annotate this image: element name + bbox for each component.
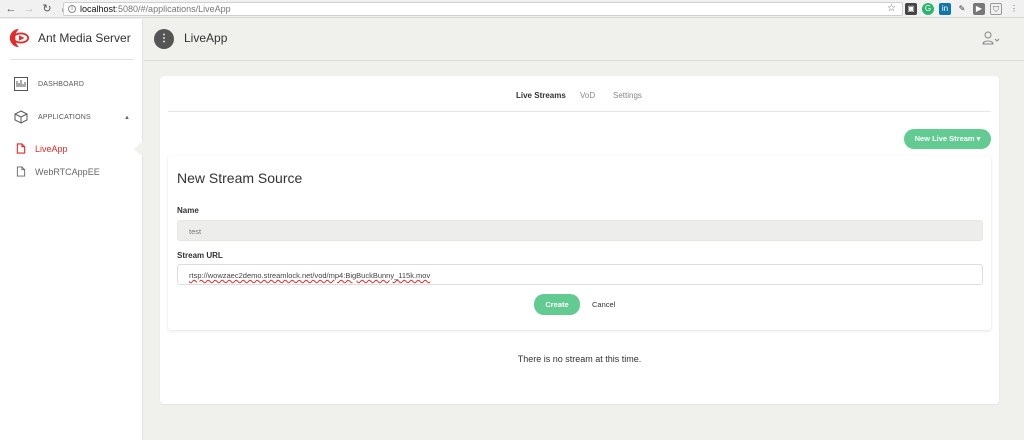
reload-icon[interactable]: ↻ <box>40 2 54 16</box>
tab-live-streams[interactable]: Live Streams <box>516 91 566 100</box>
bookmark-star-icon[interactable]: ☆ <box>887 3 896 14</box>
stream-url-field[interactable]: rtsp://wowzaec2demo.streamlock.net/vod/m… <box>177 264 983 285</box>
top-bar: ⋮ LiveApp <box>144 19 1024 61</box>
stream-url-value: rtsp://wowzaec2demo.streamlock.net/vod/m… <box>189 271 431 280</box>
divider <box>10 59 134 60</box>
sidebar: Ant Media Server DASHBOARD APPLICATIONS … <box>0 19 143 440</box>
name-field[interactable]: test <box>177 220 983 241</box>
dashboard-icon <box>14 77 28 91</box>
sidebar-item-label: LiveApp <box>35 143 68 154</box>
form-title: New Stream Source <box>177 170 303 186</box>
sidebar-item-label: WebRTCAppEE <box>35 166 100 177</box>
app-menu-button[interactable]: ⋮ <box>154 29 174 49</box>
create-button[interactable]: Create <box>534 294 580 315</box>
main-card: Live Streams VoD Settings New Live Strea… <box>160 76 999 404</box>
file-icon <box>16 143 26 154</box>
linkedin-icon[interactable]: in <box>939 3 951 15</box>
forward-arrow-icon[interactable]: → <box>22 2 36 16</box>
sidebar-item-applications[interactable]: APPLICATIONS <box>14 110 91 124</box>
tab-vod[interactable]: VoD <box>580 91 595 100</box>
sidebar-item-dashboard[interactable]: DASHBOARD <box>14 77 84 91</box>
new-stream-form: New Stream Source Name test Stream URL r… <box>168 156 991 330</box>
shield-icon[interactable]: ⛉ <box>990 3 1002 15</box>
sidebar-item-label: APPLICATIONS <box>38 113 91 121</box>
grammarly-icon[interactable]: G <box>922 3 934 15</box>
url-path: :5080/#/applications/LiveApp <box>115 4 231 14</box>
tab-bar: Live Streams VoD Settings <box>168 76 991 112</box>
tab-settings[interactable]: Settings <box>613 91 642 100</box>
url-host: localhost <box>80 4 116 14</box>
name-label: Name <box>177 206 199 215</box>
browser-toolbar: ← → ↻ ⌂ i localhost:5080/#/applications/… <box>0 0 1024 18</box>
brand[interactable]: Ant Media Server <box>8 27 131 49</box>
sidebar-item-liveapp[interactable]: LiveApp <box>16 143 68 154</box>
empty-state-message: There is no stream at this time. <box>517 354 642 364</box>
active-indicator <box>134 141 143 157</box>
stream-url-label: Stream URL <box>177 251 223 260</box>
address-bar[interactable]: i localhost:5080/#/applications/LiveApp … <box>63 2 903 16</box>
cancel-button[interactable]: Cancel <box>592 294 615 315</box>
evernote-icon[interactable]: ✎ <box>956 3 968 15</box>
browser-menu-icon[interactable]: ⋮ <box>1008 3 1020 15</box>
user-menu-icon[interactable] <box>982 31 1000 45</box>
ant-media-logo-icon <box>9 28 30 48</box>
extension-icon[interactable]: ▣ <box>905 3 917 15</box>
page-title: LiveApp <box>184 31 228 45</box>
caret-up-icon[interactable]: ▲ <box>124 115 130 121</box>
new-live-stream-button[interactable]: New Live Stream ▾ <box>904 129 991 149</box>
box-icon <box>14 110 28 124</box>
back-arrow-icon[interactable]: ← <box>4 2 18 16</box>
sidebar-item-webrtcappee[interactable]: WebRTCAppEE <box>16 166 100 177</box>
video-icon[interactable]: ▶ <box>973 3 985 15</box>
info-icon[interactable]: i <box>68 5 76 13</box>
sidebar-item-label: DASHBOARD <box>38 80 85 88</box>
brand-name: Ant Media Server <box>38 31 131 45</box>
file-icon <box>16 166 26 177</box>
